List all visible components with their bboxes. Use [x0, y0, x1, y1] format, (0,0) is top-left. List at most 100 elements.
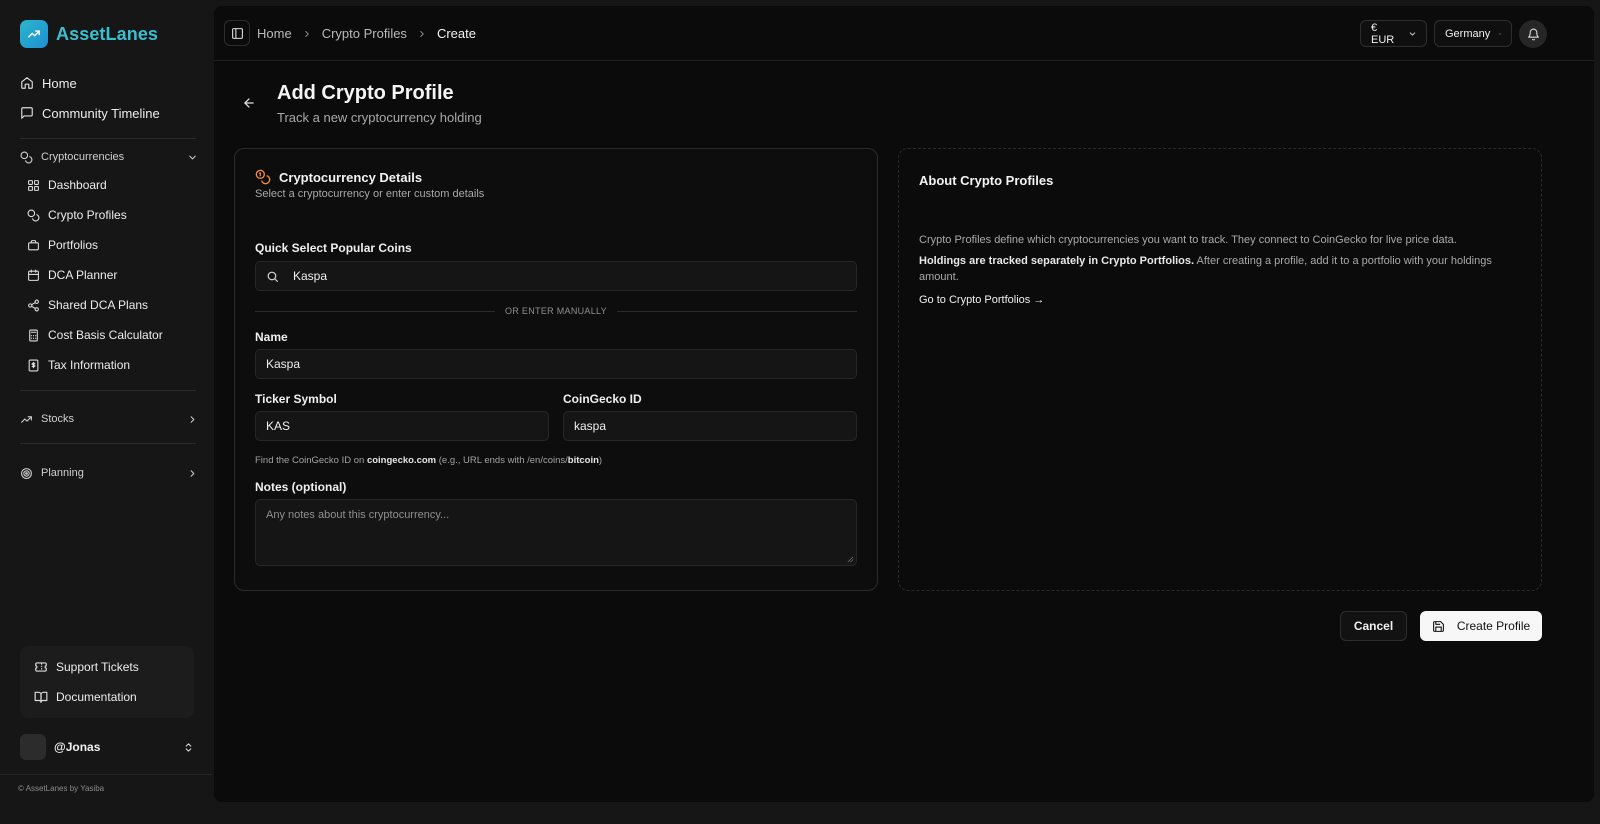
card-title: Cryptocurrency Details: [279, 169, 423, 185]
resize-handle-icon[interactable]: [847, 556, 854, 563]
coins-icon: [20, 151, 33, 163]
sidebar-item-label: Crypto Profiles: [48, 208, 127, 222]
page-title: Add Crypto Profile: [277, 82, 454, 104]
notes-textarea[interactable]: Any notes about this cryptocurrency...: [255, 499, 857, 566]
trend-icon: [28, 30, 40, 38]
coingecko-id-input[interactable]: kaspa: [563, 411, 857, 441]
documentation-link[interactable]: Documentation: [34, 682, 180, 712]
sidebar-section-cryptocurrencies[interactable]: Cryptocurrencies: [20, 144, 198, 170]
card-description: Select a cryptocurrency or enter custom …: [255, 188, 485, 200]
sidebar-item-community-timeline[interactable]: Community Timeline: [20, 98, 200, 128]
target-icon: [21, 467, 32, 479]
currency-select[interactable]: € EUR: [1360, 20, 1427, 47]
sidebar-toggle-icon: [231, 27, 243, 39]
sidebar-item-cost-basis-calculator[interactable]: Cost Basis Calculator: [27, 320, 197, 350]
sidebar-item-dca-planner[interactable]: DCA Planner: [27, 260, 197, 290]
sidebar-item-label: DCA Planner: [48, 268, 118, 282]
sidebar-item-label: Dashboard: [48, 178, 107, 192]
sidebar-item-label: Tax Information: [48, 358, 131, 372]
footer-text: © AssetLanes by Yasiba: [18, 784, 105, 793]
share-icon: [28, 299, 39, 311]
breadcrumb-home[interactable]: Home: [257, 26, 292, 41]
name-input[interactable]: Kaspa: [255, 349, 857, 379]
portfolios-link[interactable]: Go to Crypto Portfolios →: [919, 294, 1044, 306]
or-divider: OR ENTER MANUALLY: [255, 304, 858, 318]
hint-example: bitcoin: [567, 455, 599, 466]
breadcrumb: Home Crypto Profiles Create: [257, 26, 476, 41]
sidebar-section-planning[interactable]: Planning: [20, 460, 198, 486]
about-paragraph: Crypto Profiles define which cryptocurre…: [919, 234, 1457, 246]
support-box: Support Tickets Documentation: [20, 646, 194, 718]
chevron-right-icon: [304, 30, 309, 37]
chevron-down-icon: [1409, 31, 1416, 36]
arrow-left-icon[interactable]: [242, 96, 256, 110]
save-icon: [1432, 620, 1444, 632]
main-panel: Home Crypto Profiles Create € EUR German…: [214, 6, 1594, 802]
page-subtitle: Track a new cryptocurrency holding: [277, 110, 482, 125]
notes-label: Notes (optional): [255, 480, 347, 494]
chevron-right-icon: [190, 415, 195, 423]
brand[interactable]: AssetLanes: [20, 20, 158, 48]
sidebar: AssetLanes Home Community Timeline Crypt…: [0, 0, 218, 824]
create-profile-button[interactable]: Create Profile: [1420, 611, 1542, 641]
about-paragraph: Holdings are tracked separately in Crypt…: [919, 253, 1519, 285]
quick-select-input[interactable]: Kaspa: [255, 261, 857, 291]
sidebar-toggle-button[interactable]: [224, 20, 250, 46]
or-text: OR ENTER MANUALLY: [505, 306, 607, 316]
sidebar-item-label: Cost Basis Calculator: [48, 328, 163, 342]
sidebar-item-portfolios[interactable]: Portfolios: [27, 230, 197, 260]
chevron-right-icon: [420, 30, 424, 37]
sidebar-section-stocks[interactable]: Stocks: [20, 406, 198, 432]
hint-text: ): [598, 455, 603, 466]
name-label: Name: [255, 330, 288, 344]
footer-divider: [0, 774, 212, 775]
hint-text: Find the CoinGecko ID on: [255, 455, 365, 466]
breadcrumb-crypto-profiles[interactable]: Crypto Profiles: [322, 26, 407, 41]
name-value: Kaspa: [266, 357, 301, 371]
coingecko-hint: Find the CoinGecko ID on coingecko.com (…: [255, 455, 602, 466]
quick-select-value: Kaspa: [293, 269, 328, 283]
sidebar-item-label: Portfolios: [48, 238, 99, 252]
crypto-details-card: Cryptocurrency Details Select a cryptocu…: [234, 148, 878, 591]
sidebar-item-crypto-profiles[interactable]: Crypto Profiles: [27, 200, 197, 230]
receipt-icon: [28, 359, 39, 371]
sidebar-item-shared-dca-plans[interactable]: Shared DCA Plans: [27, 290, 197, 320]
user-name: @Jonas: [54, 740, 101, 754]
about-card: About Crypto Profiles Crypto Profiles de…: [898, 148, 1542, 591]
ticker-input[interactable]: KAS: [255, 411, 549, 441]
coingecko-id-label: CoinGecko ID: [563, 392, 642, 406]
topbar: Home Crypto Profiles Create € EUR German…: [214, 6, 1594, 61]
currency-value: € EUR: [1371, 21, 1395, 46]
ticker-label: Ticker Symbol: [255, 392, 337, 406]
coins-icon: [27, 209, 40, 221]
create-profile-label: Create Profile: [1456, 619, 1531, 633]
user-menu[interactable]: @Jonas: [20, 733, 194, 761]
chevron-down-icon: [189, 155, 196, 159]
sidebar-item-tax-information[interactable]: Tax Information: [27, 350, 197, 380]
sidebar-item-label: Shared DCA Plans: [48, 298, 149, 312]
calendar-icon: [28, 269, 39, 281]
sidebar-item-label: Home: [42, 75, 77, 91]
country-select[interactable]: Germany: [1434, 20, 1512, 47]
about-bold: Holdings are tracked separately in Crypt…: [919, 255, 1195, 267]
notifications-button[interactable]: [1519, 20, 1547, 48]
cancel-button[interactable]: Cancel: [1340, 611, 1407, 641]
chevron-down-icon: [1499, 32, 1502, 35]
sidebar-item-home[interactable]: Home: [20, 68, 200, 98]
brand-logo: [20, 20, 48, 48]
support-tickets-link[interactable]: Support Tickets: [34, 652, 180, 682]
search-icon: [267, 271, 278, 282]
chevron-right-icon: [190, 469, 195, 477]
breadcrumb-current: Create: [436, 26, 476, 41]
trend-icon: [21, 415, 32, 423]
grid-icon: [28, 179, 39, 191]
coingecko-id-value: kaspa: [574, 419, 607, 433]
book-icon: [34, 691, 48, 703]
about-title: About Crypto Profiles: [919, 173, 1054, 188]
bell-icon: [1527, 28, 1539, 40]
chevrons-updown-icon: [185, 742, 192, 752]
documentation-label: Documentation: [56, 690, 137, 704]
sidebar-divider: [20, 390, 196, 391]
sidebar-item-dashboard[interactable]: Dashboard: [27, 170, 197, 200]
hint-site: coingecko.com: [366, 455, 437, 466]
